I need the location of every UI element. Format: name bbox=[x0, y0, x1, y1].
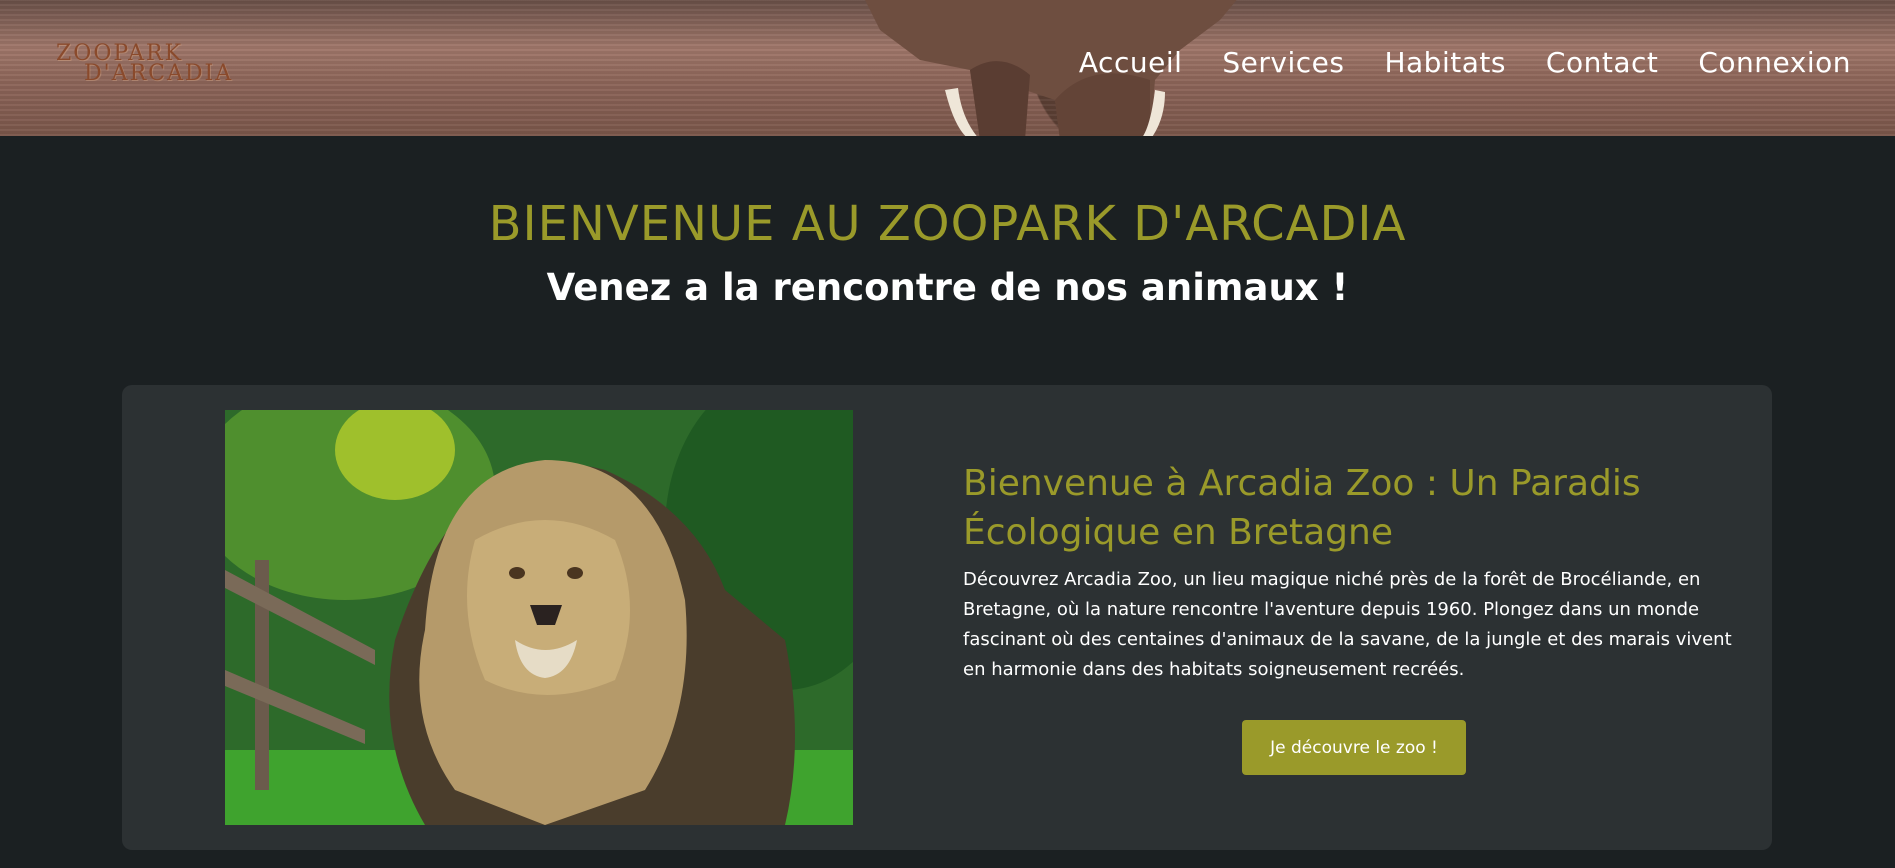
hero-subtitle: Venez a la rencontre de nos animaux ! bbox=[546, 266, 1349, 309]
zoopark-logo[interactable]: ZOOPARK D'ARCADIA bbox=[56, 43, 276, 90]
intro-card: Bienvenue à Arcadia Zoo : Un Paradis Éco… bbox=[122, 385, 1772, 850]
logo-line-2: D'ARCADIA bbox=[84, 61, 234, 86]
nav-connexion[interactable]: Connexion bbox=[1698, 46, 1851, 79]
nav-accueil[interactable]: Accueil bbox=[1079, 46, 1182, 79]
header-banner: ZOOPARK D'ARCADIA Accueil Services Habit… bbox=[0, 0, 1895, 136]
lion-photo bbox=[225, 410, 853, 825]
main-nav: Accueil Services Habitats Contact Connex… bbox=[1079, 46, 1851, 79]
nav-contact[interactable]: Contact bbox=[1546, 46, 1658, 79]
discover-zoo-button[interactable]: Je découvre le zoo ! bbox=[1242, 720, 1466, 775]
hero-title: BIENVENUE AU ZOOPARK D'ARCADIA bbox=[488, 196, 1407, 252]
intro-text: Découvrez Arcadia Zoo, un lieu magique n… bbox=[963, 569, 1732, 680]
intro-title: Bienvenue à Arcadia Zoo : Un Paradis Éco… bbox=[963, 463, 1641, 553]
nav-services[interactable]: Services bbox=[1222, 46, 1344, 79]
nav-habitats[interactable]: Habitats bbox=[1384, 46, 1505, 79]
